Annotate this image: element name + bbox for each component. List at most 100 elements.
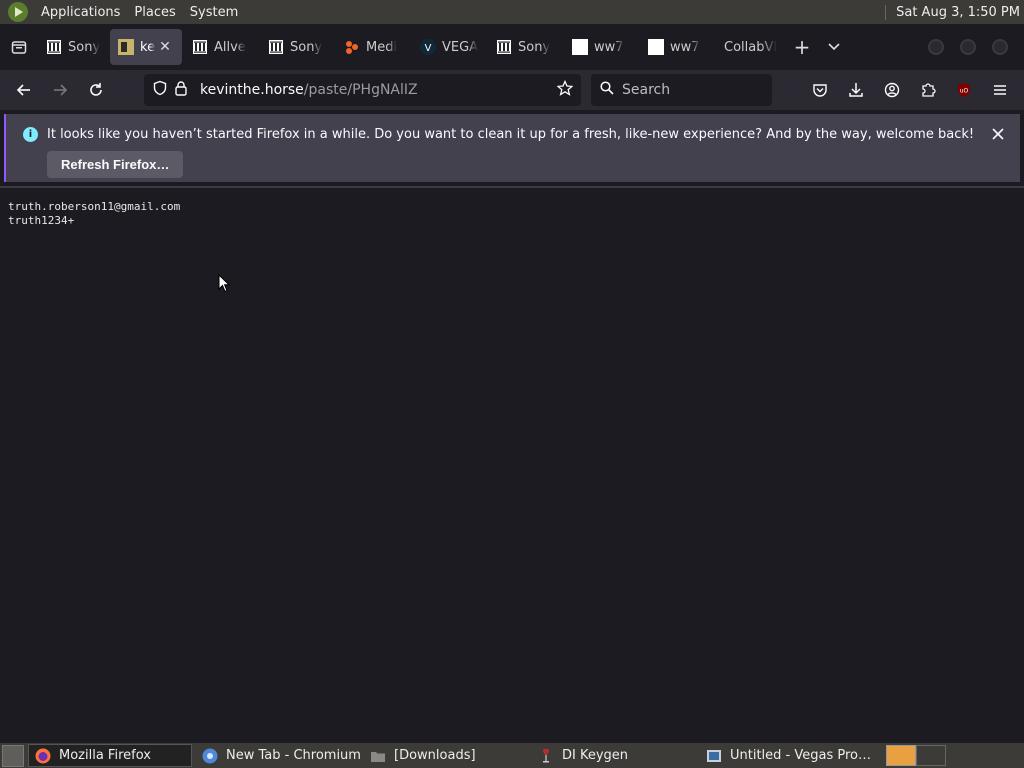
vegas-pro-icon (707, 749, 721, 762)
tracking-shield-icon[interactable] (152, 80, 168, 100)
tab-title: Sony (68, 39, 100, 55)
reload-icon (90, 83, 102, 96)
download-icon (849, 83, 863, 97)
url-host: kevinthe.horse (200, 82, 304, 98)
notification-message: It looks like you haven’t started Firefo… (47, 127, 975, 142)
refresh-notification-bar: i It looks like you haven’t started Fire… (4, 114, 1020, 182)
forward-button[interactable] (44, 74, 76, 106)
tab-ww7-1[interactable]: ww7 (564, 29, 638, 65)
distro-logo-icon[interactable] (8, 2, 28, 22)
paste-line: truth1234+ (8, 214, 75, 227)
list-all-tabs-button[interactable] (818, 31, 850, 63)
bookmark-star-icon[interactable] (556, 79, 574, 100)
workspace-1[interactable] (886, 745, 916, 766)
tab-allve[interactable]: Allve (184, 29, 258, 65)
bottom-panel: Mozilla Firefox New Tab - Chromium [Down… (0, 743, 1024, 768)
task-vegas-pro[interactable]: Untitled - Vegas Pro… (700, 744, 878, 767)
firefox-view-button[interactable] (2, 30, 36, 64)
url-text[interactable]: kevinthe.horse/paste/PHgNAlIZ (200, 82, 418, 98)
lock-icon[interactable] (174, 80, 188, 100)
pocket-icon (813, 84, 827, 97)
task-downloads[interactable]: [Downloads] (364, 744, 528, 767)
task-label: New Tab - Chromium (226, 748, 360, 763)
paste-line: truth.roberson11@gmail.com (8, 200, 181, 213)
tab-medi[interactable]: Medi (336, 29, 410, 65)
close-window-button[interactable] (992, 39, 1008, 55)
url-bar[interactable]: kevinthe.horse/paste/PHgNAlIZ (144, 74, 581, 106)
tab-kevinthe-horse[interactable]: ke ✕ (110, 29, 182, 65)
museum-icon (46, 39, 62, 55)
tab-title: Allve (214, 39, 246, 55)
tab-sony-2[interactable]: Sony (260, 29, 334, 65)
museum-icon (268, 39, 284, 55)
search-input[interactable]: Search (622, 82, 670, 98)
svg-text:V: V (425, 43, 432, 54)
arrow-left-icon (16, 84, 30, 96)
task-label: Mozilla Firefox (59, 748, 151, 763)
search-bar[interactable]: Search (591, 74, 772, 106)
svg-text:uO: uO (960, 88, 969, 95)
puzzle-icon (922, 83, 936, 97)
firefox-view-icon (11, 41, 27, 54)
tab-sony-3[interactable]: Sony (488, 29, 562, 65)
info-icon: i (23, 127, 38, 142)
task-mozilla-firefox[interactable]: Mozilla Firefox (28, 744, 192, 767)
maximize-button[interactable] (960, 39, 976, 55)
downloads-button[interactable] (838, 74, 874, 106)
paste-text: truth.roberson11@gmail.com truth1234+ (8, 200, 180, 228)
folder-icon (371, 751, 385, 762)
vegas-icon: V (420, 39, 436, 55)
mouse-cursor-icon (218, 274, 230, 293)
tab-title: Sony (290, 39, 323, 55)
ublock-origin-button[interactable]: uO (946, 74, 982, 106)
task-label: [Downloads] (394, 748, 476, 763)
search-icon (600, 81, 614, 99)
hamburger-menu-icon (994, 85, 1006, 95)
reload-button[interactable] (80, 74, 112, 106)
tab-sony-1[interactable]: Sony (38, 29, 108, 65)
app-menu-button[interactable] (982, 74, 1018, 106)
tab-title: Sony (518, 39, 551, 55)
applications-menu[interactable]: Applications (34, 5, 127, 20)
minimize-button[interactable] (928, 39, 944, 55)
back-button[interactable] (8, 74, 40, 106)
tab-title: VEGA (442, 39, 478, 55)
close-tab-icon[interactable]: ✕ (159, 39, 171, 55)
refresh-firefox-button[interactable]: Refresh Firefox… (47, 151, 184, 178)
task-new-tab-chromium[interactable]: New Tab - Chromium (196, 744, 360, 767)
account-icon (884, 82, 900, 98)
top-panel: Applications Places System Sat Aug 3, 1:… (0, 0, 1024, 24)
tab-strip: Sony ke ✕ Allve Sony Medi V VEGA Sony ww… (0, 24, 1024, 70)
chromium-icon (202, 748, 218, 763)
close-notification-button[interactable] (986, 122, 1010, 146)
ublock-shield-icon: uO (958, 83, 970, 97)
tab-title: Medi (366, 39, 398, 55)
task-di-keygen[interactable]: DI Keygen (532, 744, 696, 767)
pocket-button[interactable] (802, 74, 838, 106)
image-icon (118, 39, 134, 55)
chevron-down-icon (828, 43, 840, 51)
show-desktop-button[interactable] (2, 744, 24, 767)
nav-bar: kevinthe.horse/paste/PHgNAlIZ Search uO (0, 70, 1024, 110)
firefox-icon (35, 748, 51, 763)
arrow-right-icon (54, 84, 68, 96)
clock[interactable]: Sat Aug 3, 1:50 PM (885, 4, 1020, 20)
workspace-2[interactable] (916, 745, 946, 766)
blank-page-icon (572, 39, 588, 55)
wine-glass-icon (543, 748, 549, 762)
orange-logo-icon (344, 39, 360, 55)
system-menu[interactable]: System (183, 5, 245, 20)
account-button[interactable] (874, 74, 910, 106)
tab-ww7-2[interactable]: ww7 (640, 29, 714, 65)
museum-icon (192, 39, 208, 55)
tab-collabvi[interactable]: CollabVI (716, 29, 786, 65)
new-tab-button[interactable]: + (786, 31, 818, 63)
page-content: truth.roberson11@gmail.com truth1234+ (0, 186, 1024, 743)
tab-title: ww7 (594, 39, 624, 55)
toolbar-buttons: uO (802, 74, 1018, 106)
places-menu[interactable]: Places (127, 5, 182, 20)
tab-vegas[interactable]: V VEGA (412, 29, 486, 65)
tab-title: CollabVI (724, 39, 778, 55)
close-icon (992, 128, 1004, 140)
extensions-button[interactable] (910, 74, 946, 106)
